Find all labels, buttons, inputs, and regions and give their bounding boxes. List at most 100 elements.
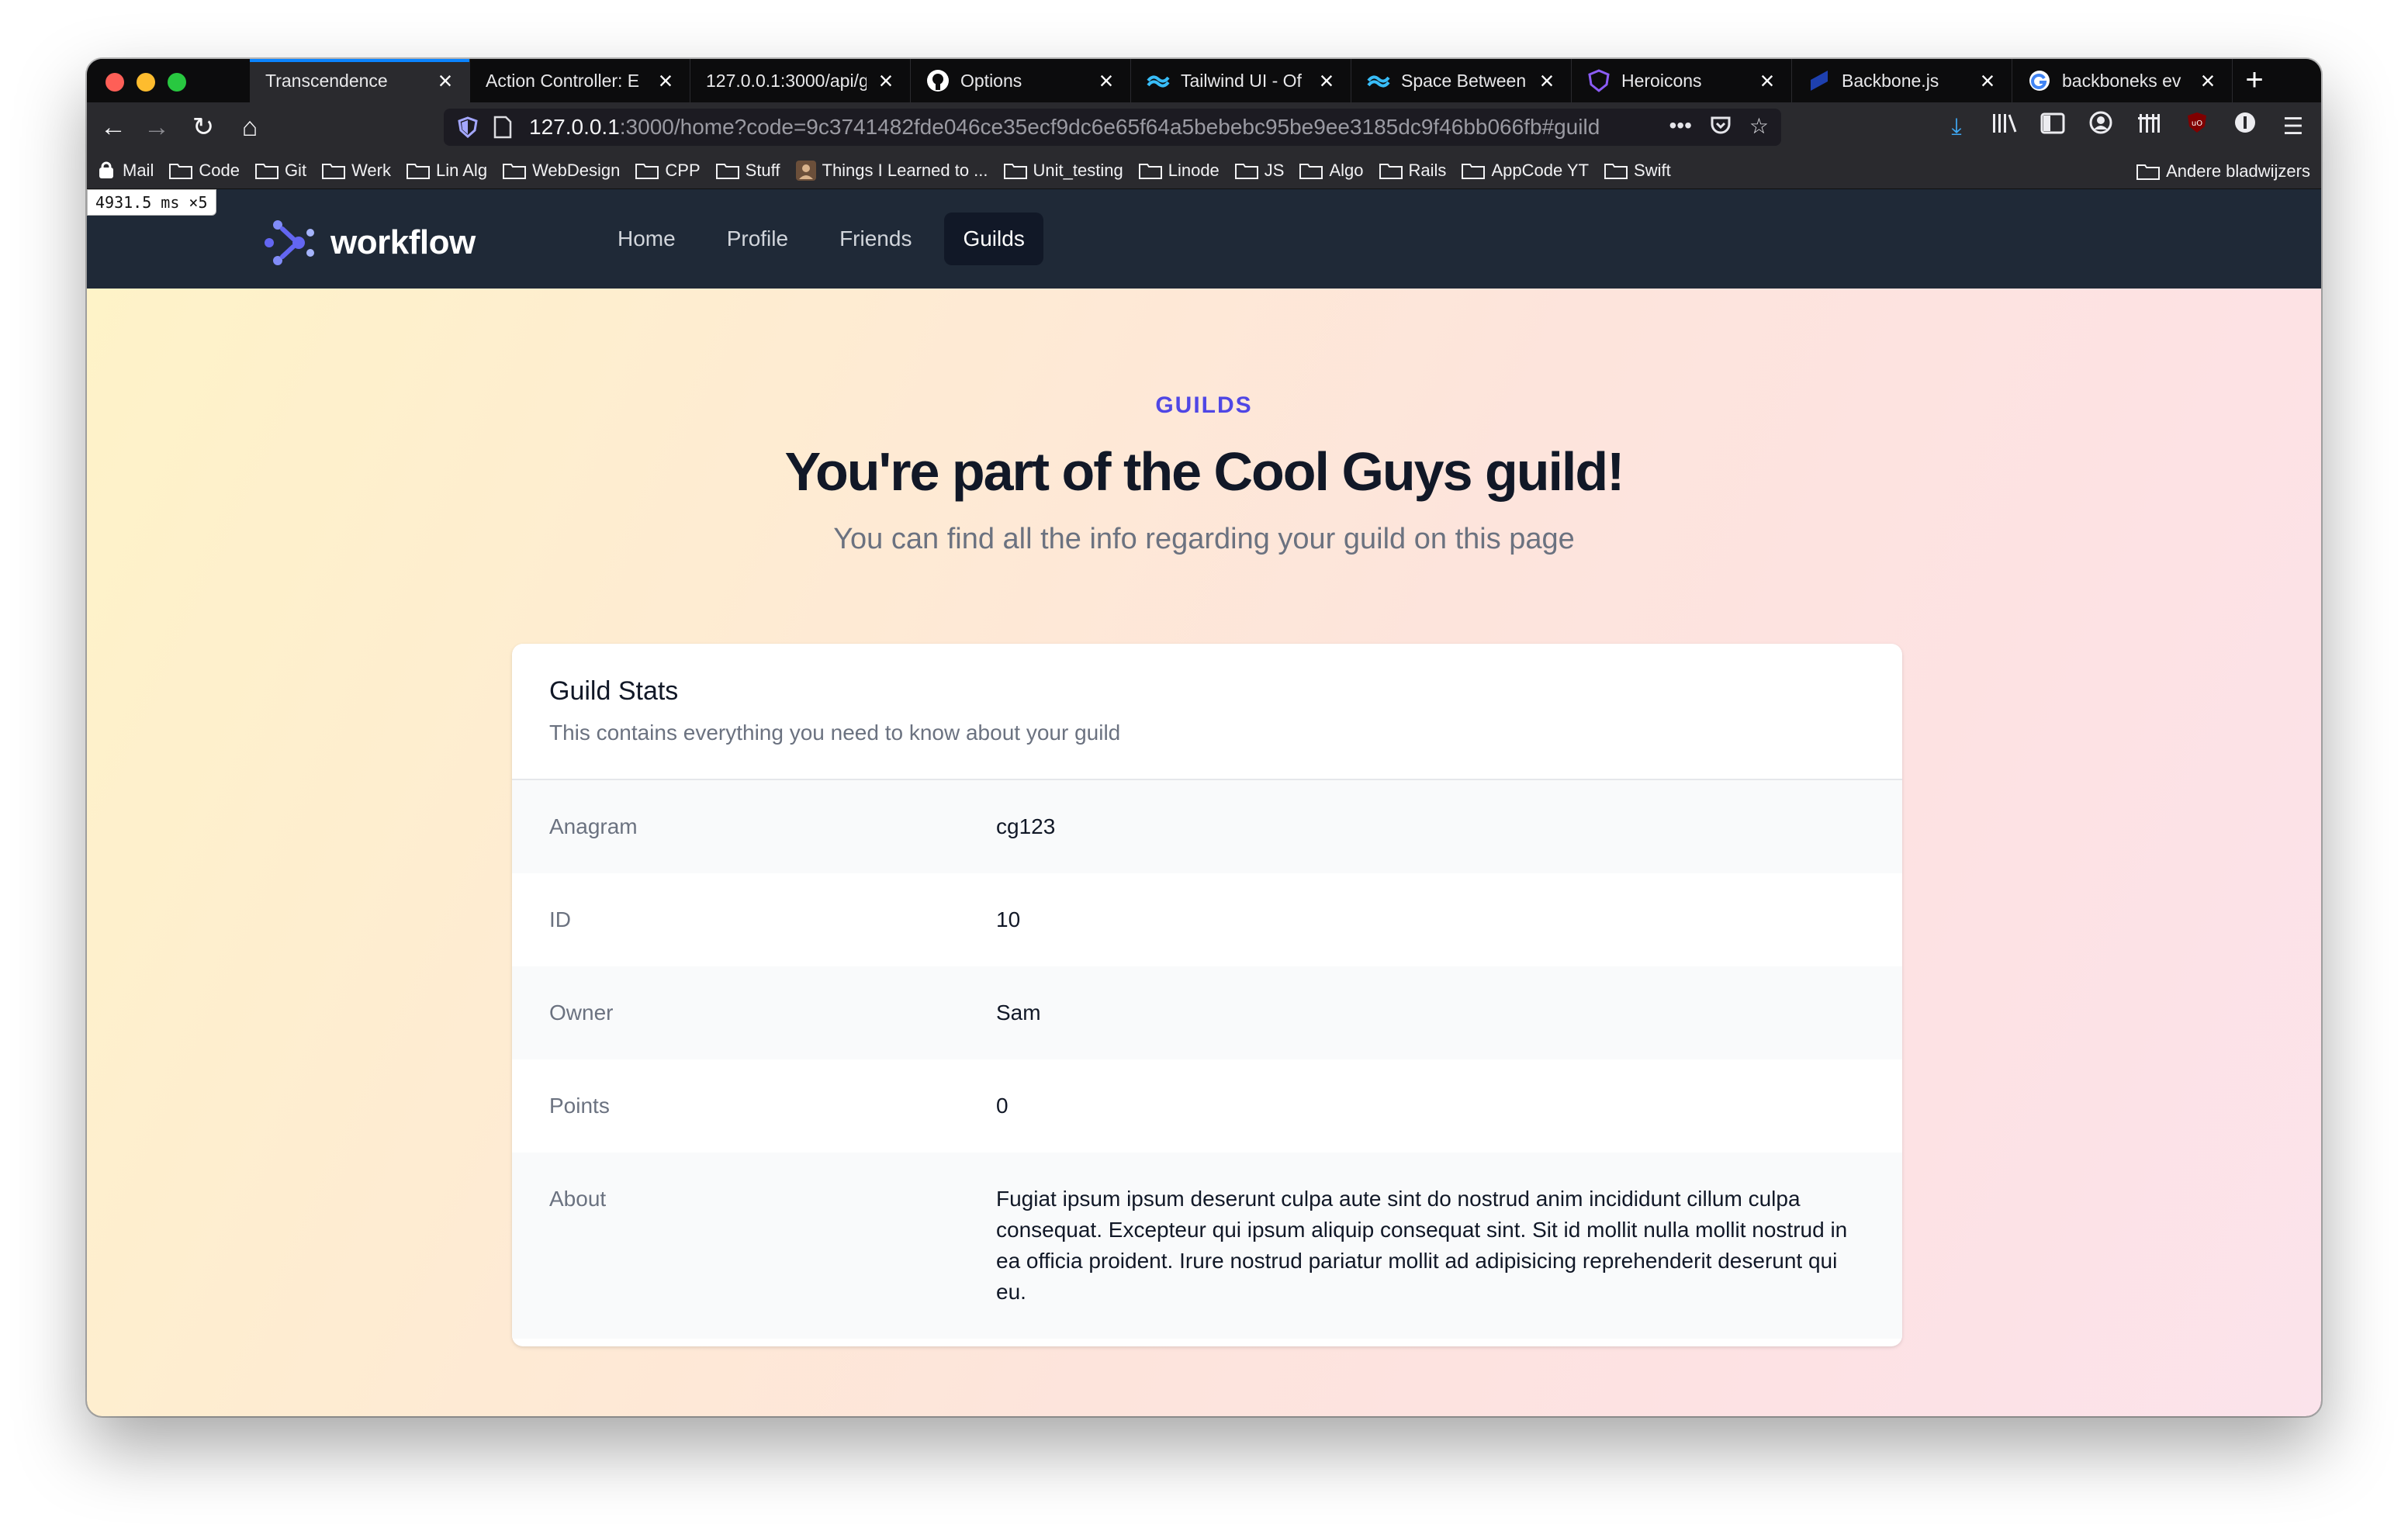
tab-close-icon[interactable]: × (2196, 68, 2219, 93)
forward-icon[interactable]: → (141, 112, 172, 143)
new-tab-button[interactable]: + (2233, 59, 2276, 102)
bookmark-folder[interactable]: Stuff (715, 161, 780, 181)
browser-tab[interactable]: Backbone.js × (1792, 59, 2012, 102)
stat-row-id: ID 10 (512, 873, 1902, 966)
nav-guilds[interactable]: Guilds (944, 213, 1043, 265)
folder-icon (254, 163, 279, 179)
close-window-button[interactable] (106, 73, 124, 92)
address-bar[interactable]: 127.0.0.1 :3000/home?code=9c3741482fde04… (444, 109, 1781, 146)
stat-value: 0 (996, 1094, 1009, 1118)
bookmark-folder[interactable]: Unit_testing (1003, 161, 1123, 181)
nav-home[interactable]: Home (599, 213, 694, 265)
other-bookmarks-folder[interactable]: Andere bladwijzers (2136, 161, 2310, 181)
account-icon[interactable] (2087, 110, 2115, 144)
stat-value: Sam (996, 1001, 1041, 1025)
brand-name: workflow (330, 223, 476, 261)
stat-row-about: About Fugiat ipsum ipsum deserunt culpa … (512, 1153, 1902, 1339)
tab-close-icon[interactable]: × (1535, 68, 1559, 93)
browser-tab[interactable]: Options × (911, 59, 1131, 102)
folder-icon (169, 163, 193, 179)
stat-value: 10 (996, 907, 1021, 931)
password-manager-icon[interactable] (2231, 110, 2259, 144)
bookmark-folder[interactable]: AppCode YT (1462, 161, 1589, 181)
maximize-window-button[interactable] (168, 73, 186, 92)
bookmarks-bar: Mail Code Git Werk Lin Alg WebDesign CPP (87, 152, 2321, 189)
reload-icon[interactable]: ↻ (188, 112, 219, 143)
browser-tab[interactable]: Space Between × (1351, 59, 1572, 102)
browser-tab[interactable]: Tailwind UI - Of × (1131, 59, 1351, 102)
page-title: You're part of the Cool Guys guild! (784, 441, 1625, 502)
mail-icon (98, 161, 116, 180)
tab-title: Space Between (1401, 70, 1527, 91)
page-actions-icon[interactable]: ••• (1669, 113, 1691, 142)
browser-tab[interactable]: 127.0.0.1:3000/api/g × (690, 59, 911, 102)
bookmark-folder[interactable]: Algo (1299, 160, 1364, 181)
back-icon[interactable]: ← (98, 112, 129, 143)
workflow-logo-icon (265, 220, 314, 265)
tab-title: 127.0.0.1:3000/api/g (706, 70, 867, 91)
tab-close-icon[interactable]: × (874, 68, 898, 93)
library-icon[interactable] (1991, 110, 2019, 144)
tab-close-icon[interactable]: × (1095, 68, 1118, 93)
stat-row-anagram: Anagram cg123 (512, 780, 1902, 873)
folder-icon (1138, 163, 1162, 179)
bookmark-label: Andere bladwijzers (2166, 161, 2310, 181)
guild-stats-card: Guild Stats This contains everything you… (512, 644, 1902, 1346)
bookmark-folder[interactable]: Code (169, 161, 240, 181)
tracking-shield-icon[interactable] (456, 116, 479, 139)
bookmark-folder[interactable]: JS (1234, 161, 1284, 181)
browser-tab[interactable]: Transcendence × (250, 59, 470, 102)
bookmark-label: Rails (1408, 160, 1447, 180)
ublock-icon[interactable]: uO (2183, 110, 2211, 144)
tab-title: Action Controller: E (486, 70, 640, 91)
bookmark-folder[interactable]: Werk (322, 161, 391, 181)
bookmark-label: Mail (123, 160, 154, 180)
browser-tab[interactable]: Heroicons × (1572, 59, 1792, 102)
bookmark-star-icon[interactable]: ☆ (1749, 113, 1769, 142)
sidebar-icon[interactable] (2039, 110, 2067, 144)
menu-icon[interactable]: ☰ (2279, 110, 2307, 144)
bookmark-label: Algo (1329, 160, 1364, 180)
bookmark-item[interactable]: Mail (98, 161, 154, 181)
tab-title: Transcendence (265, 70, 388, 91)
bookmark-folder[interactable]: Swift (1604, 161, 1671, 181)
tab-close-icon[interactable]: × (1315, 68, 1338, 93)
heroicons-icon (1587, 69, 1611, 92)
tab-close-icon[interactable]: × (654, 68, 677, 93)
download-icon[interactable]: ⤓ (1943, 110, 1970, 144)
bookmark-folder[interactable]: Linode (1138, 161, 1220, 181)
tab-title: Heroicons (1621, 70, 1702, 91)
stat-label: About (549, 1187, 607, 1211)
bookmark-label: WebDesign (532, 160, 621, 180)
bookmark-folder[interactable]: Git (254, 161, 306, 181)
browser-tab[interactable]: Action Controller: E × (470, 59, 690, 102)
folder-icon (715, 163, 739, 179)
minimize-window-button[interactable] (137, 73, 155, 92)
bookmark-folder[interactable]: Lin Alg (407, 161, 487, 181)
stat-value: cg123 (996, 814, 1056, 838)
site-navbar: workflow Home Profile Friends Guilds (87, 189, 2321, 289)
brand-logo[interactable]: workflow (262, 216, 476, 270)
bookmark-folder[interactable]: Rails (1379, 160, 1447, 181)
bookmark-folder[interactable]: WebDesign (503, 161, 620, 181)
stat-value: Fugiat ipsum ipsum deserunt culpa aute s… (996, 1187, 1848, 1304)
bookmark-label: Code (199, 160, 240, 180)
tab-close-icon[interactable]: × (1756, 68, 1779, 93)
main-content: GUILDS You're part of the Cool Guys guil… (87, 289, 2321, 1416)
tailwind-icon (1367, 69, 1390, 92)
toolbar-actions: ⤓ uO ☰ (1943, 110, 2307, 144)
nav-profile[interactable]: Profile (708, 213, 807, 265)
extension-grid-icon[interactable] (2135, 110, 2163, 144)
home-icon[interactable]: ⌂ (234, 112, 265, 143)
pocket-icon[interactable] (1709, 113, 1732, 142)
tab-close-icon[interactable]: × (1976, 68, 1999, 93)
tab-title: Options (960, 70, 1022, 91)
page-info-icon[interactable] (493, 116, 512, 139)
folder-icon (407, 163, 430, 179)
bookmark-item[interactable]: Things I Learned to ... (795, 160, 988, 181)
browser-tab[interactable]: backboneks ev × (2012, 59, 2233, 102)
folder-icon (2136, 164, 2161, 180)
nav-friends[interactable]: Friends (821, 213, 930, 265)
tab-close-icon[interactable]: × (434, 68, 457, 93)
bookmark-folder[interactable]: CPP (635, 161, 701, 181)
